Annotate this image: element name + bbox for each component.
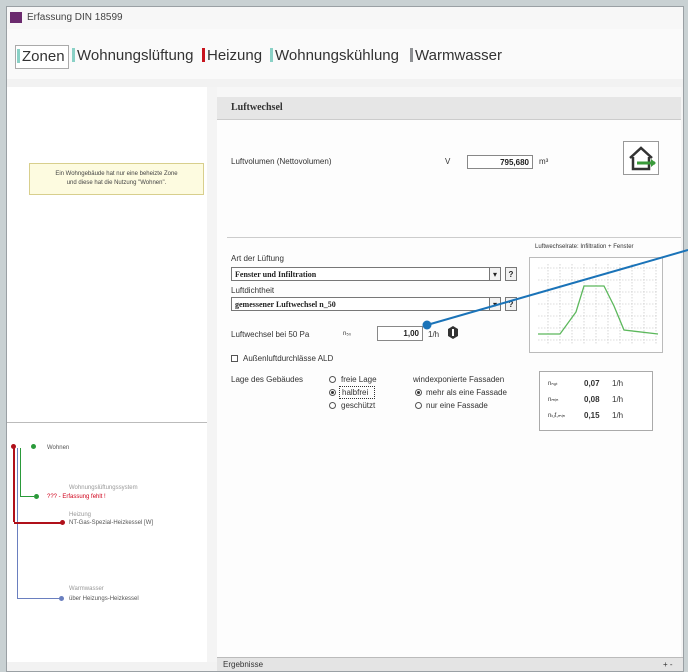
result-value: 0,15	[584, 411, 600, 420]
tree-water-value[interactable]: über Heizungs-Heizkessel	[69, 596, 139, 602]
result-symbol: nₙₐₜ	[548, 381, 558, 387]
footer-toggle[interactable]: + -	[663, 660, 673, 669]
tab-color-marker	[202, 48, 205, 62]
art-lueftung-select[interactable]: Fenster und Infiltration	[231, 267, 501, 281]
luftwechsel-chart	[529, 257, 663, 353]
help-button[interactable]: ?	[505, 297, 517, 311]
tree-vent-caption: Wohnungslüftungssystem	[69, 485, 138, 491]
app-window: Erfassung DIN 18599 Zonen Wohnungslüftun…	[6, 6, 684, 672]
tree-line	[20, 496, 34, 497]
result-unit: 1/h	[612, 395, 624, 404]
luftvolumen-label: Luftvolumen (Nettovolumen)	[231, 157, 332, 166]
tree-node	[11, 444, 16, 449]
tree-node	[59, 596, 64, 601]
tab-label: Zonen	[22, 48, 65, 65]
tree-vent-value[interactable]: ??? - Erfassung fehlt !	[47, 494, 106, 500]
tab-color-marker	[270, 48, 273, 62]
result-symbol: nₗᵤf,ₘᵢₙ	[548, 413, 566, 419]
tree-root-label[interactable]: Wohnen	[47, 445, 69, 451]
section-divider	[227, 237, 681, 238]
tab-label: Wohnungskühlung	[275, 47, 399, 64]
luftdichtheit-select[interactable]: gemessener Luftwechsel n_50	[231, 297, 501, 311]
result-value: 0,08	[584, 395, 600, 404]
tab-heizung[interactable]: Heizung	[201, 45, 265, 67]
lage-radio-halbfrei[interactable]	[329, 389, 336, 396]
window-title: Erfassung DIN 18599	[27, 12, 123, 23]
help-button[interactable]: ?	[505, 267, 517, 281]
tree-line	[14, 522, 62, 524]
luftdichtheit-value: gemessener Luftwechsel n_50	[235, 300, 336, 309]
chart-svg	[538, 264, 659, 344]
lage-radio-frei[interactable]	[329, 376, 336, 383]
lw50-symbol: n₅₀	[343, 331, 352, 337]
fassade-radio-eine[interactable]	[415, 402, 422, 409]
tree-line	[17, 598, 61, 599]
luftwechsel-panel: Luftwechsel Luftvolumen (Nettovolumen) V…	[217, 97, 681, 662]
ald-label: Außenluftdurchlässe ALD	[243, 354, 334, 363]
fassade-label: windexponierte Fassaden	[413, 375, 505, 384]
info-line: und diese hat die Nutzung "Wohnen".	[66, 180, 167, 186]
footer-label: Ergebnisse	[223, 660, 264, 669]
luftvolumen-unit: m³	[539, 157, 549, 166]
tree-line	[13, 448, 15, 522]
art-lueftung-label: Art der Lüftung	[231, 254, 284, 263]
lw50-unit: 1/h	[428, 330, 440, 339]
tree-node	[34, 494, 39, 499]
house-button[interactable]	[623, 141, 659, 175]
section-title: Luftwechsel	[231, 102, 283, 113]
section-header: Luftwechsel	[217, 97, 681, 120]
result-symbol: nₘᵢₙ	[548, 397, 559, 403]
left-panel: Ein Wohngebäude hat nur eine beheizte Zo…	[7, 87, 208, 662]
tab-warmwasser[interactable]: Warmwasser	[409, 45, 505, 67]
lage-option-label: halbfrei	[339, 386, 376, 399]
luftdichtheit-label: Luftdichtheit	[231, 286, 275, 295]
lage-option-label: freie Lage	[341, 375, 377, 384]
system-tree: Wohnen Wohnungslüftungssystem ??? - Erfa…	[7, 422, 207, 662]
tab-wohnungskuehlung[interactable]: Wohnungskühlung	[269, 45, 402, 67]
tab-zonen[interactable]: Zonen	[15, 45, 69, 69]
chart-title: Luftwechselrate: Infiltration + Fenster	[535, 244, 634, 250]
tab-label: Wohnungslüftung	[77, 47, 194, 64]
zone-info-area: Ein Wohngebäude hat nur eine beheizte Zo…	[7, 87, 207, 423]
title-bar: Erfassung DIN 18599	[7, 7, 683, 30]
result-value: 0,07	[584, 379, 600, 388]
fassade-radio-mehrere[interactable]	[415, 389, 422, 396]
tab-wohnungslueftung[interactable]: Wohnungslüftung	[71, 45, 196, 67]
lage-option-label: geschützt	[341, 401, 376, 410]
art-lueftung-value: Fenster und Infiltration	[235, 270, 317, 279]
lage-radio-geschuetzt[interactable]	[329, 402, 336, 409]
lage-label: Lage des Gebäudes	[231, 375, 304, 384]
tree-node	[31, 444, 36, 449]
ald-checkbox[interactable]	[231, 355, 238, 362]
luftvolumen-field[interactable]: 795,680	[467, 155, 533, 169]
house-icon	[629, 146, 656, 171]
tree-heat-caption: Heizung	[69, 512, 92, 518]
luftvolumen-symbol: V	[445, 157, 451, 166]
result-unit: 1/h	[612, 379, 624, 388]
right-panel: Luftwechsel Luftvolumen (Nettovolumen) V…	[207, 87, 683, 662]
dropdown-arrow-icon[interactable]: ▾	[489, 297, 501, 311]
lw50-label: Luftwechsel bei 50 Pa	[231, 330, 310, 339]
result-unit: 1/h	[612, 411, 624, 420]
results-box: nₙₐₜ 0,07 1/h nₘᵢₙ 0,08 1/h nₗᵤf,ₘᵢₙ 0,1…	[539, 371, 653, 431]
tab-label: Heizung	[207, 47, 263, 64]
tree-line	[20, 448, 21, 496]
tab-color-marker	[410, 48, 413, 62]
tree-water-caption: Warmwasser	[69, 586, 104, 592]
tree-node	[60, 520, 65, 525]
tab-label: Warmwasser	[415, 47, 502, 64]
tab-bar: Zonen Wohnungslüftung Heizung Wohnungskü…	[7, 29, 683, 79]
fassade-option-label: mehr als eine Fassade	[426, 388, 507, 397]
dropdown-arrow-icon[interactable]: ▾	[489, 267, 501, 281]
lw50-info-icon[interactable]	[447, 326, 459, 339]
fassade-option-label: nur eine Fassade	[426, 401, 488, 410]
app-icon	[10, 12, 22, 23]
tab-color-marker	[72, 48, 75, 62]
info-note: Ein Wohngebäude hat nur eine beheizte Zo…	[29, 163, 204, 195]
info-line: Ein Wohngebäude hat nur eine beheizte Zo…	[55, 171, 178, 177]
lw50-field[interactable]: 1,00	[377, 326, 423, 341]
tree-heat-value[interactable]: NT-Gas-Spezial-Heizkessel [W]	[69, 520, 153, 526]
tab-color-marker	[17, 49, 20, 63]
